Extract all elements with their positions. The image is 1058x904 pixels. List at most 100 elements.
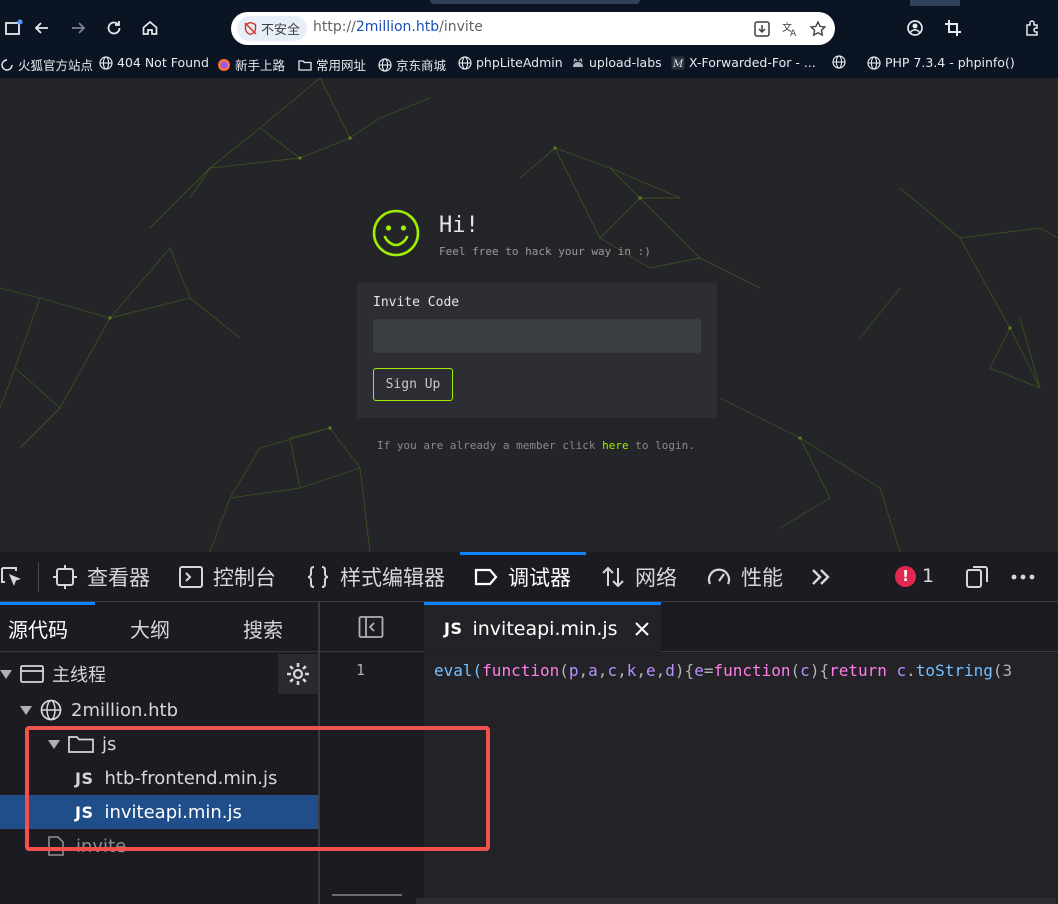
code-token: , (597, 661, 608, 680)
editor-tab-bar: JS inviteapi.min.js (320, 602, 1058, 652)
code-token: a (588, 661, 598, 680)
bookmark-item[interactable]: upload-labs (571, 55, 662, 70)
settings-gear-icon[interactable] (278, 654, 318, 694)
reload-button[interactable] (100, 14, 128, 42)
gutter-scrollbar[interactable] (332, 894, 402, 896)
code-token: ){ (809, 661, 830, 680)
tab-style-editor[interactable]: 样式编辑器 (305, 552, 445, 602)
security-indicator[interactable]: 不安全 (237, 16, 307, 41)
code-token: ( (559, 661, 569, 680)
window-icon (20, 665, 44, 683)
url-text[interactable]: http://2million.htb/invite (313, 19, 483, 35)
toolbar-separator (38, 562, 39, 592)
performance-icon (707, 568, 731, 585)
tree-domain[interactable]: 2million.htb (0, 693, 318, 727)
tab-console[interactable]: 控制台 (178, 552, 276, 602)
invite-code-label: Invite Code (373, 295, 460, 310)
browser-tab-secondary[interactable] (910, 0, 960, 6)
code-token: , (578, 661, 589, 680)
svg-text:A: A (790, 29, 797, 38)
code-token: d (665, 661, 675, 680)
invite-code-input[interactable] (373, 319, 701, 353)
page-title: Hi! (439, 213, 479, 238)
tab-label: 调试器 (508, 566, 571, 590)
code-token: , (617, 661, 627, 680)
code-token: e (646, 661, 656, 680)
dock-side-icon[interactable] (964, 552, 990, 602)
install-page-icon[interactable] (751, 18, 773, 40)
bookmarks-bar: 火狐官方站点 404 Not Found 新手上路 常用网址 京东商城 phpL… (0, 46, 1058, 78)
tab-debugger[interactable]: 调试器 (473, 552, 571, 602)
code-token: e (694, 661, 704, 680)
bookmark-folder[interactable]: 常用网址 (298, 55, 366, 74)
translate-icon[interactable]: 文A (779, 18, 801, 40)
bookmark-label: upload-labs (589, 55, 662, 70)
tab-sources[interactable]: 源代码 (8, 614, 68, 643)
tree-main-thread[interactable]: 主线程 (0, 657, 318, 691)
more-tabs-chevron-icon[interactable] (808, 552, 834, 602)
home-button[interactable] (136, 14, 164, 42)
tab-performance[interactable]: 性能 (706, 552, 783, 602)
debugger-icon (474, 568, 498, 586)
code-token: c (800, 661, 810, 680)
bookmark-label: phpLiteAdmin (476, 55, 563, 70)
globe-icon (832, 55, 846, 69)
tab-label: 查看器 (87, 566, 150, 590)
code-token: eval( (434, 661, 483, 680)
extensions-icon[interactable] (1020, 15, 1046, 41)
tab-inspector[interactable]: 查看器 (52, 552, 150, 602)
globe-icon (40, 699, 62, 721)
browser-tab[interactable] (430, 0, 640, 4)
tab-outline[interactable]: 大纲 (130, 614, 170, 643)
url-host: 2million.htb (355, 19, 440, 35)
tree-label: 2million.htb (71, 699, 179, 721)
code-token: p (568, 661, 579, 680)
cat-icon (573, 57, 583, 67)
invite-card: Invite Code Sign Up (357, 283, 717, 418)
element-picker-icon[interactable] (0, 552, 26, 602)
code-token: , (636, 661, 646, 680)
code-token: function (482, 661, 560, 680)
editor-scrollbar[interactable] (416, 898, 1056, 904)
more-options-icon[interactable] (1010, 552, 1036, 602)
bookmark-label: 404 Not Found (117, 55, 209, 70)
bookmark-item[interactable]: phpLiteAdmin (458, 55, 563, 70)
toggle-sidebar-icon[interactable] (358, 615, 384, 643)
sources-tab-indicator (0, 602, 95, 605)
sign-up-button[interactable]: Sign Up (373, 368, 453, 401)
bookmark-star-icon[interactable] (807, 18, 829, 40)
tab-network[interactable]: 网络 (600, 552, 677, 602)
close-icon[interactable] (634, 621, 650, 637)
bookmark-label: 火狐官方站点 (18, 58, 94, 73)
smiley-icon (372, 209, 420, 257)
network-icon (602, 566, 624, 588)
error-count-badge[interactable]: ! 1 (895, 565, 934, 587)
page-subtitle: Feel free to hack your way in :) (439, 245, 651, 258)
forward-button[interactable] (64, 14, 92, 42)
bookmark-item[interactable]: 新手上路 (217, 55, 285, 74)
bookmark-item[interactable]: M X-Forwarded-For - ... (671, 55, 816, 70)
bookmark-item[interactable]: 火狐官方站点 (0, 55, 93, 74)
tab-search[interactable]: 搜索 (243, 614, 283, 643)
globe-icon (458, 55, 472, 70)
editor-tab-inviteapi[interactable]: JS inviteapi.min.js (424, 602, 661, 652)
login-link[interactable]: here (602, 439, 629, 452)
bookmark-label: 新手上路 (235, 58, 286, 73)
bookmark-item[interactable]: 404 Not Found (99, 55, 209, 70)
screen: 不安全 http://2million.htb/invite 文A 火狐官方站点… (0, 0, 1058, 904)
login-hint: If you are already a member click here t… (377, 439, 695, 452)
code-token: function (713, 661, 791, 680)
bookmark-item[interactable] (832, 55, 850, 69)
back-button[interactable] (28, 14, 56, 42)
address-bar[interactable]: 不安全 http://2million.htb/invite 文A (231, 12, 835, 45)
bookmark-item[interactable]: 京东商城 (378, 55, 446, 74)
m-icon: M (671, 56, 685, 70)
tree-label: 主线程 (52, 665, 106, 686)
bookmark-item[interactable]: PHP 7.3.4 - phpinfo() (867, 55, 1015, 70)
style-editor-icon (307, 566, 329, 588)
account-icon[interactable] (902, 15, 928, 41)
crop-icon[interactable] (940, 15, 966, 41)
sidebar-toggle-icon[interactable] (0, 14, 28, 42)
expand-arrow-icon (0, 669, 12, 679)
